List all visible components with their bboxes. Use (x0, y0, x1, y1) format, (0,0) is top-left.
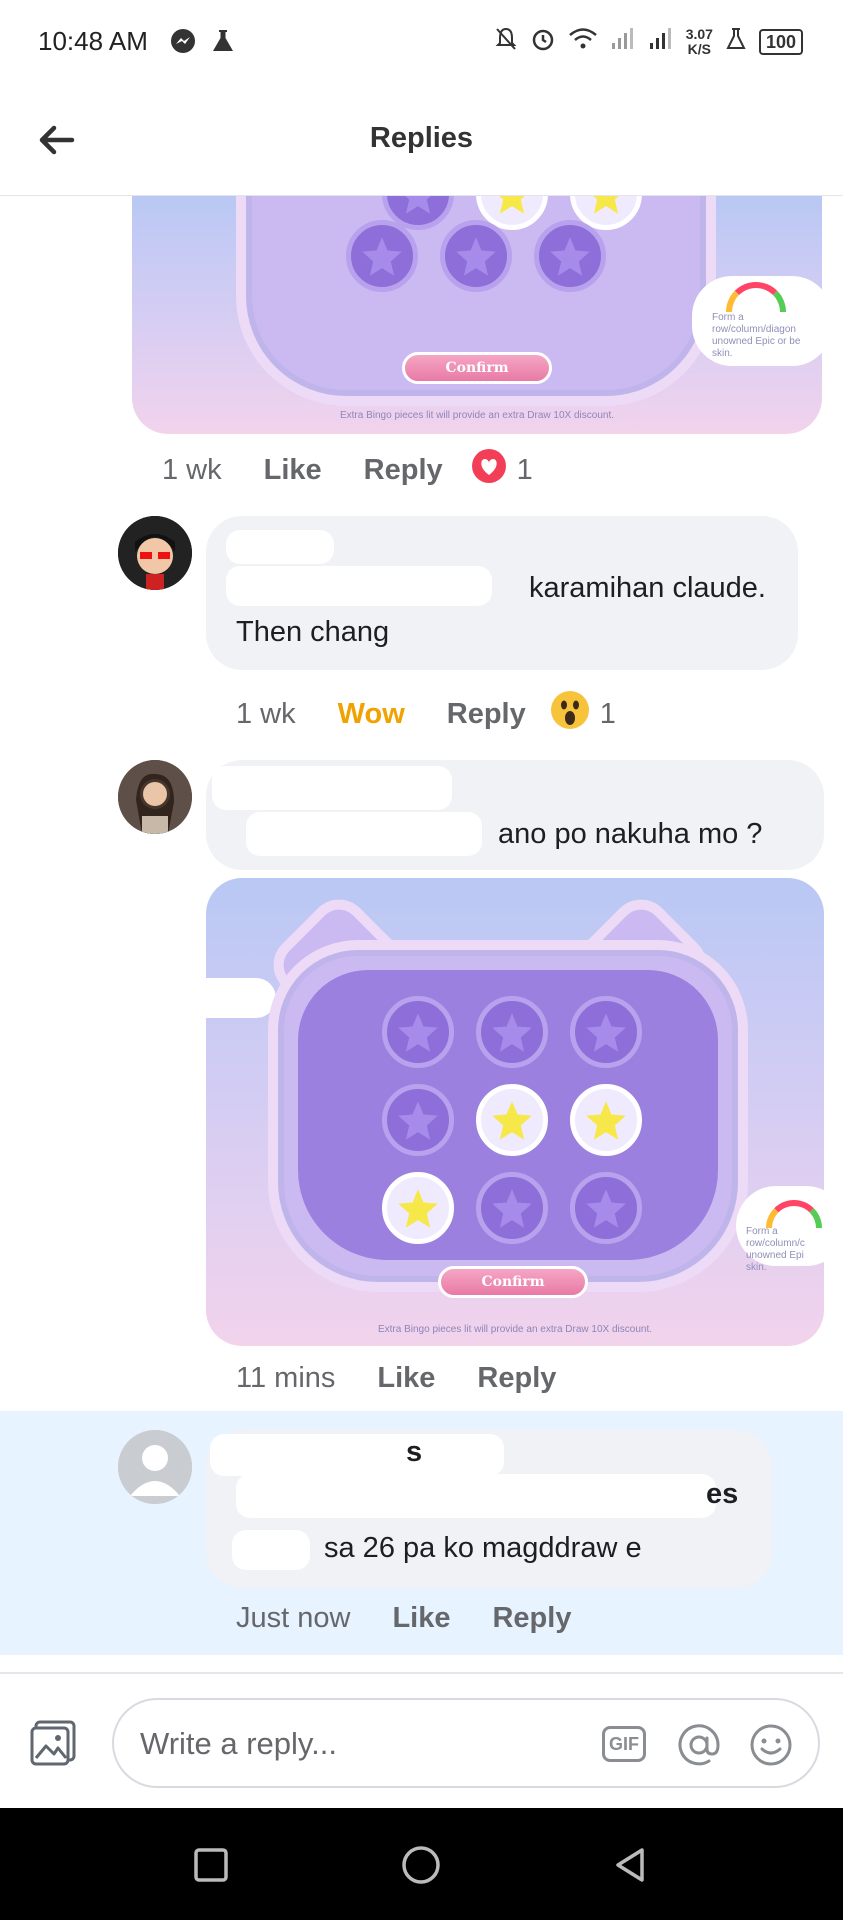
mention-icon[interactable] (676, 1722, 722, 1773)
image-footnote: Extra Bingo pieces lit will provide an e… (377, 1324, 653, 1335)
love-reaction-icon (471, 448, 507, 492)
like-button[interactable]: Like (264, 454, 322, 487)
mute-bell-icon (494, 26, 518, 58)
reply-composer: Write a reply... GIF (0, 1672, 843, 1808)
reply-placeholder: Write a reply... (140, 1726, 337, 1761)
timestamp: 1 wk (162, 453, 222, 486)
image-tip: Form a row/column/diagon unowned Epic or… (712, 312, 801, 359)
header: Replies (0, 84, 843, 196)
star-piece (440, 220, 512, 292)
cloud-decoration (206, 978, 276, 1018)
image-tip: Form a row/column/c unowned Epi skin. (746, 1226, 805, 1273)
star-piece (534, 220, 606, 292)
redacted-author-name (210, 1434, 504, 1476)
comment-text: es (706, 1478, 739, 1510)
comment-bubble: s es sa 26 pa ko magddraw e (206, 1430, 772, 1588)
timestamp: Just now (236, 1602, 351, 1634)
star-piece (476, 1172, 548, 1244)
star-piece (476, 1084, 548, 1156)
redacted-text (236, 1474, 716, 1518)
comment-bubble: ano po nakuha mo ? (206, 760, 824, 870)
recents-icon[interactable] (192, 1846, 230, 1889)
redacted-author-name (212, 766, 452, 810)
flask-icon (210, 28, 236, 59)
like-button[interactable]: Like (392, 1602, 450, 1635)
lab-icon (725, 27, 747, 57)
emoji-icon[interactable] (748, 1722, 794, 1773)
battery-indicator: 100 (758, 29, 803, 55)
photo-gallery-icon[interactable] (30, 1720, 78, 1771)
redacted-text (246, 812, 482, 856)
star-piece (570, 1172, 642, 1244)
wow-reaction-icon (550, 690, 590, 738)
status-bar: 10:48 AM 3.07 K/S 100 (0, 0, 843, 84)
home-icon[interactable] (400, 1844, 442, 1891)
comment-meta: Just now Like Reply (236, 1602, 571, 1635)
reply-button[interactable]: Reply (477, 1362, 556, 1395)
net-speed: 3.07 K/S (685, 26, 713, 57)
reply-button[interactable]: Reply (447, 698, 526, 731)
reply-button[interactable]: Reply (492, 1602, 571, 1635)
comment-bubble: karamihan claude. Then chang (206, 516, 798, 670)
redacted-text (232, 1530, 310, 1570)
avatar[interactable] (118, 760, 192, 834)
star-piece (570, 1084, 642, 1156)
comment-text: sa 26 pa ko magddraw e (324, 1532, 642, 1564)
comment-text: karamihan claude. (529, 572, 766, 604)
reply-input[interactable]: Write a reply... GIF (112, 1698, 820, 1788)
back-nav-icon[interactable] (612, 1846, 648, 1889)
comment-text: s (406, 1436, 423, 1468)
like-button[interactable]: Like (377, 1362, 435, 1395)
redacted-author-name (226, 530, 334, 564)
star-piece (382, 1084, 454, 1156)
comment-meta: 1 wk Wow Reply 1 (236, 690, 616, 738)
star-piece (382, 996, 454, 1068)
alarm-icon (530, 26, 556, 58)
reaction-count: 1 (516, 453, 533, 486)
messenger-icon (170, 28, 196, 59)
page-title: Replies (369, 122, 474, 154)
star-piece (382, 1172, 454, 1244)
signal-2-icon (648, 27, 674, 57)
image-footnote: Extra Bingo pieces lit will provide an e… (339, 410, 615, 421)
timestamp: 1 wk (236, 697, 296, 730)
default-avatar[interactable] (118, 1430, 192, 1504)
wow-reaction-button[interactable]: Wow (338, 698, 405, 731)
comment-text: Then chang (236, 616, 390, 648)
comment-meta: 11 mins Like Reply (236, 1362, 556, 1395)
avatar[interactable] (118, 516, 192, 590)
star-piece (570, 996, 642, 1068)
top-post-meta: 1 wk Like Reply 1 (162, 448, 533, 492)
star-piece (346, 220, 418, 292)
system-nav-bar (0, 1808, 843, 1920)
timestamp: 11 mins (236, 1362, 336, 1394)
confirm-button-image: Confirm (438, 1266, 588, 1298)
status-time: 10:48 AM (38, 26, 148, 56)
reaction-count: 1 (599, 697, 616, 730)
attached-game-image-top[interactable]: Confirm Extra Bingo pieces lit will prov… (132, 196, 822, 434)
signal-1-icon (610, 27, 636, 57)
confirm-button-image: Confirm (402, 352, 552, 384)
star-piece (476, 996, 548, 1068)
attached-game-image[interactable]: Confirm Extra Bingo pieces lit will prov… (206, 878, 824, 1346)
gif-icon[interactable]: GIF (602, 1726, 646, 1762)
wifi-icon (568, 27, 598, 57)
reply-button[interactable]: Reply (364, 454, 443, 487)
comment-text: ano po nakuha mo ? (498, 818, 763, 850)
